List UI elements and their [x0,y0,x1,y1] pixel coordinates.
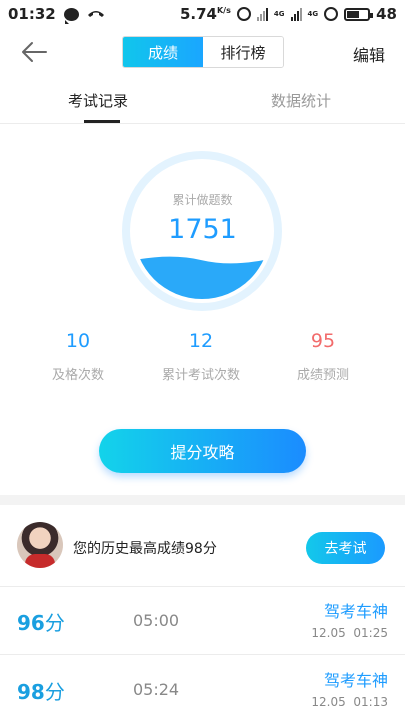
record-datetime: 12.05 01:13 [311,695,388,709]
best-score-row: 您的历史最高成绩98分 去考试 [0,505,405,587]
stat-value: 95 [310,330,336,352]
record-duration: 05:24 [133,680,180,699]
network-speed: 5.74K/s [179,5,231,23]
tab-data-statistics[interactable]: 数据统计 [271,90,331,111]
network-type-2: 4G [307,10,319,18]
record-rank: 驾考车神 [323,602,388,621]
network-type-1: 4G [273,10,285,18]
record-score: 98分 [17,680,65,704]
best-score-text: 您的历史最高成绩98分 [73,541,217,557]
nav-header: 成绩 排行榜 编辑 [0,30,405,74]
score-strategy-button[interactable]: 提分攻略 [99,429,306,473]
record-datetime: 12.05 01:25 [311,626,388,640]
battery-level: 48 [376,5,397,23]
gauge-title: 累计做题数 [172,193,233,207]
record-duration: 05:00 [133,611,180,630]
segmented-control: 成绩 排行榜 [122,36,284,68]
avatar [17,522,63,568]
stat-label: 成绩预测 [296,368,349,383]
signal-strength-icon-1 [256,7,268,21]
stat-exam-count: 12 累计考试次数 [136,330,266,383]
sync-icon [324,7,339,21]
stat-score-prediction: 95 成绩预测 [258,330,388,383]
stats-row: 10 及格次数 12 累计考试次数 95 成绩预测 [0,330,405,390]
gauge-value: 1751 [168,214,237,245]
segment-score[interactable]: 成绩 [123,37,203,67]
record-score: 96分 [17,611,65,635]
arrow-left-icon [22,42,47,62]
edit-button[interactable]: 编辑 [353,42,385,66]
stat-value: 12 [188,330,214,352]
exam-record-row[interactable]: 96分 05:00 驾考车神 12.05 01:25 [0,587,405,655]
take-exam-button[interactable]: 去考试 [306,532,385,564]
stat-value: 10 [65,330,91,352]
alarm-icon [236,7,251,21]
stat-label: 累计考试次数 [161,368,240,383]
stat-pass-count: 10 及格次数 [13,330,143,383]
battery-icon [344,7,374,21]
chat-notification-icon [63,7,79,24]
section-divider [0,495,405,505]
missed-call-icon [87,5,105,23]
tab-bar: 考试记录 数据统计 [0,78,405,124]
record-rank: 驾考车神 [323,671,388,690]
status-time: 01:32 [8,5,56,23]
stat-label: 及格次数 [51,368,104,383]
active-tab-indicator [84,120,120,123]
status-bar: 01:32 5.74K/s 4G 4G 48 [0,0,405,28]
back-button[interactable] [20,40,48,64]
exam-record-row[interactable]: 98分 05:24 驾考车神 12.05 01:13 [0,656,405,720]
tab-exam-records[interactable]: 考试记录 [68,90,128,111]
signal-strength-icon-2 [290,7,302,21]
segment-leaderboard[interactable]: 排行榜 [203,37,283,67]
